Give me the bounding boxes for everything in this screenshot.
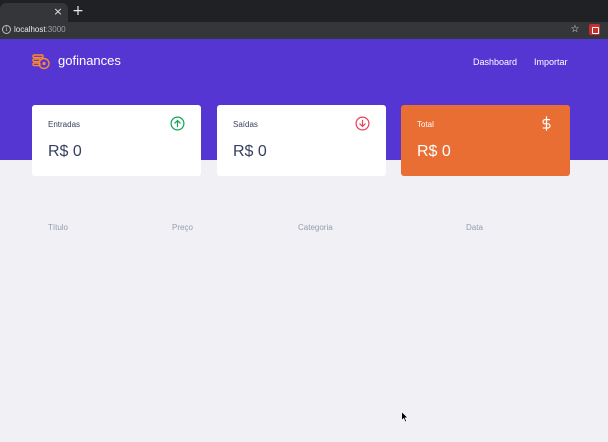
arrow-up-circle-icon (170, 116, 185, 131)
mouse-pointer-icon (401, 411, 409, 423)
column-header-title: Título (48, 223, 69, 232)
extension-icon[interactable] (589, 24, 600, 35)
outcome-card: Saídas R$ 0 (217, 105, 386, 176)
outcome-card-value: R$ 0 (233, 143, 267, 160)
coins-logo-icon (32, 54, 50, 70)
column-header-price: Preço (172, 223, 193, 232)
url-port: :3000 (45, 25, 66, 34)
income-card-value: R$ 0 (48, 143, 82, 160)
brand-name[interactable]: gofinances (58, 52, 121, 70)
browser-tab[interactable]: × (0, 3, 68, 22)
new-tab-icon[interactable]: + (71, 4, 85, 18)
income-card-title: Entradas (48, 120, 81, 129)
browser-tab-bar: × + (0, 0, 608, 22)
total-card-title: Total (417, 120, 434, 129)
nav-import-link[interactable]: Importar (534, 55, 568, 69)
arrow-down-circle-icon (355, 116, 370, 131)
close-tab-icon[interactable]: × (52, 6, 64, 18)
income-card: Entradas R$ 0 (32, 105, 201, 176)
total-card-value: R$ 0 (417, 143, 451, 160)
bookmark-star-icon[interactable]: ☆ (569, 23, 581, 36)
outcome-card-title: Saídas (233, 120, 258, 129)
browser-address-bar[interactable]: i localhost:3000 ☆ (0, 22, 608, 39)
column-header-category: Categoria (298, 223, 333, 232)
url-field[interactable]: localhost:3000 (14, 24, 66, 36)
dollar-sign-icon (542, 116, 551, 131)
column-header-date: Data (466, 223, 483, 232)
url-host: localhost (14, 25, 46, 34)
nav-dashboard-link[interactable]: Dashboard (473, 55, 517, 69)
site-info-icon[interactable]: i (2, 25, 11, 34)
total-card: Total R$ 0 (401, 105, 570, 176)
